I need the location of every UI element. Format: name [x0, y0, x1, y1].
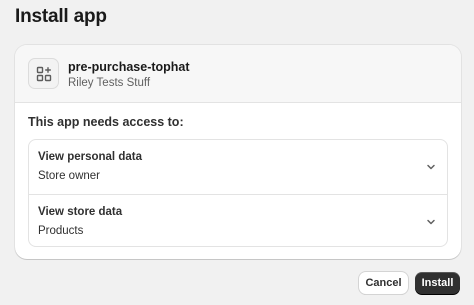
- permissions-list: View personal data Store owner View stor…: [28, 139, 448, 247]
- install-card: pre-purchase-tophat Riley Tests Stuff Th…: [15, 45, 461, 259]
- install-app-page: Install app pre-purchase-tophat Riley Te…: [0, 0, 474, 305]
- app-grid-plus-icon: [28, 58, 59, 89]
- page-title: Install app: [15, 6, 107, 27]
- install-button[interactable]: Install: [415, 272, 460, 294]
- permission-title: View personal data: [38, 151, 142, 163]
- permission-title: View store data: [38, 206, 123, 218]
- permission-personal-data[interactable]: View personal data Store owner: [29, 140, 447, 194]
- access-heading: This app needs access to:: [28, 115, 184, 129]
- cancel-button[interactable]: Cancel: [359, 272, 408, 294]
- permission-store-data[interactable]: View store data Products: [29, 194, 447, 246]
- chevron-down-icon[interactable]: [424, 215, 438, 229]
- permission-detail: Products: [38, 225, 84, 237]
- chevron-down-icon[interactable]: [424, 160, 438, 174]
- permission-detail: Store owner: [38, 170, 101, 182]
- app-name: pre-purchase-tophat: [68, 60, 190, 74]
- app-developer: Riley Tests Stuff: [68, 77, 151, 89]
- app-header: pre-purchase-tophat Riley Tests Stuff: [15, 45, 461, 103]
